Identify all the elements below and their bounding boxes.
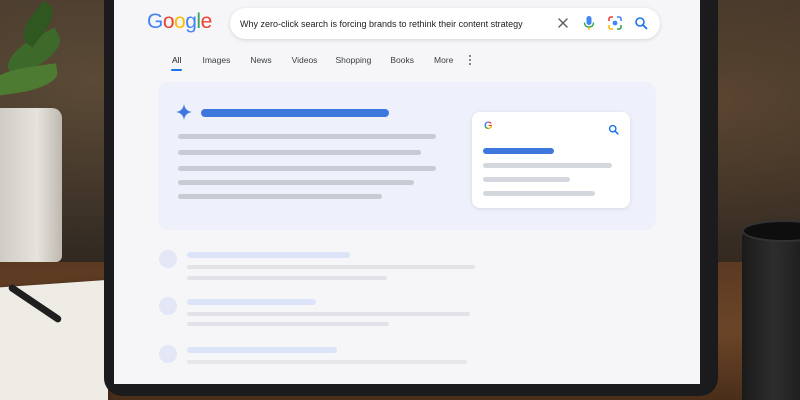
search-bar — [230, 8, 660, 39]
google-logo[interactable]: Google — [147, 10, 212, 34]
notebook — [0, 279, 108, 400]
source-text-line — [483, 177, 570, 182]
browser-screen: Google Why zero-click search is forcing … — [114, 0, 700, 384]
result-snippet-line — [187, 265, 475, 269]
source-text-line — [483, 191, 595, 196]
tab-shopping[interactable]: Shopping — [335, 54, 371, 72]
close-icon[interactable] — [556, 16, 570, 30]
tab-images[interactable]: Images — [202, 54, 230, 72]
result-snippet-line — [187, 276, 387, 280]
result-favicon — [159, 250, 177, 268]
source-card[interactable]: G — [472, 112, 630, 208]
logo-letter: G — [147, 10, 163, 33]
sparkle-icon — [176, 104, 192, 120]
result-title-placeholder[interactable] — [187, 299, 316, 305]
tab-all[interactable]: All — [170, 54, 183, 72]
ai-text-line — [178, 194, 382, 199]
logo-letter: o — [174, 10, 186, 33]
coffee-mug — [742, 224, 800, 400]
source-title-placeholder — [483, 148, 554, 154]
google-g-icon: G — [484, 120, 493, 132]
ai-text-line — [178, 166, 436, 171]
result-title-placeholder[interactable] — [187, 252, 350, 258]
source-text-line — [483, 163, 612, 168]
microphone-icon[interactable] — [582, 15, 596, 30]
result-snippet-line — [187, 322, 389, 326]
search-input[interactable] — [240, 14, 530, 33]
camera-lens-icon[interactable] — [608, 16, 622, 30]
search-icon — [608, 122, 619, 140]
ai-overview-heading-placeholder — [201, 109, 389, 117]
ai-text-line — [178, 180, 414, 185]
vertical-dots-icon[interactable] — [467, 54, 473, 72]
search-tabs: All Images News Videos Shopping Books Mo… — [170, 54, 473, 74]
result-title-placeholder[interactable] — [187, 347, 337, 353]
tab-news[interactable]: News — [250, 54, 271, 72]
logo-letter: g — [185, 10, 197, 33]
ai-text-line — [178, 150, 421, 155]
result-snippet-line — [187, 312, 470, 316]
result-favicon — [159, 345, 177, 363]
ai-text-line — [178, 134, 436, 139]
plant-pot — [0, 108, 62, 262]
tab-more[interactable]: More — [434, 54, 453, 72]
tab-books[interactable]: Books — [390, 54, 414, 72]
logo-letter: o — [162, 10, 175, 33]
search-icon[interactable] — [634, 16, 648, 30]
tab-videos[interactable]: Videos — [292, 54, 318, 72]
logo-letter: e — [200, 10, 213, 33]
result-snippet-line — [187, 360, 467, 364]
result-favicon — [159, 297, 177, 315]
